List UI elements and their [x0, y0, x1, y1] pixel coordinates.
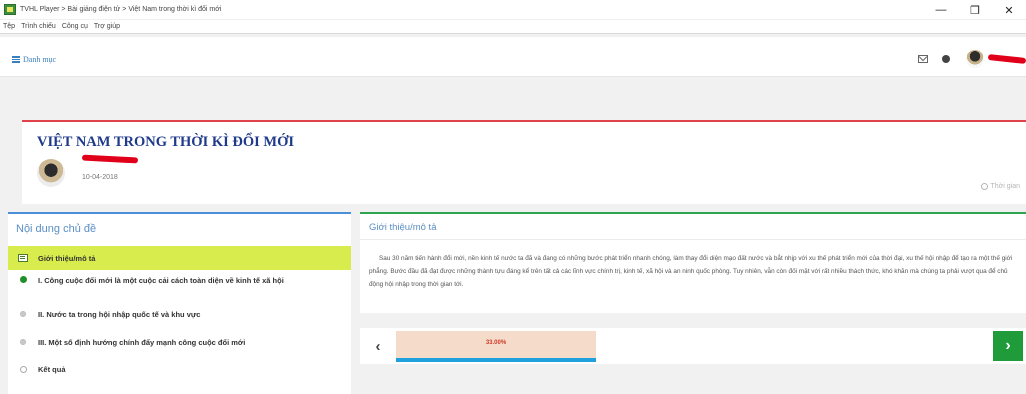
divider: [360, 239, 1026, 240]
topic-item-1[interactable]: I. Công cuộc đổi mới là một cuộc cải các…: [8, 275, 351, 301]
nav-icons: [918, 49, 1026, 69]
intro-panel: Giới thiệu/mô tả Sau 30 năm tiến hành đổ…: [360, 212, 1026, 313]
lesson-date: 10-04-2018: [82, 174, 118, 181]
topic-item-result[interactable]: Kết quả: [8, 365, 351, 374]
progress-label: 33.00%: [485, 340, 507, 346]
menu-tools[interactable]: Công cụ: [62, 23, 88, 30]
window-title: TVHL Player > Bài giảng điện tử > Việt N…: [20, 6, 222, 13]
time-label: Thời gian: [990, 183, 1021, 190]
topic-label: Giới thiệu/mô tả: [38, 253, 96, 263]
progress-track: [396, 358, 596, 362]
catalog-button[interactable]: Danh mục: [12, 55, 56, 64]
minimize-button[interactable]: —: [924, 0, 958, 20]
intro-heading: Giới thiệu/mô tả: [369, 222, 437, 233]
catalog-label: Danh mục: [23, 55, 57, 64]
redacted-author-name: [81, 154, 139, 164]
topics-panel: Nội dung chủ đề Giới thiệu/mô tả I. Công…: [8, 212, 351, 394]
window-controls: — ❐ ✕: [924, 0, 1026, 20]
gray-dot-icon: [20, 339, 26, 345]
green-dot-icon: [19, 276, 27, 283]
topics-heading: Nội dung chủ đề: [16, 223, 97, 235]
topic-label: I. Công cuộc đổi mới là một cuộc cải các…: [38, 276, 284, 285]
progress-indicator: 33.00%: [396, 331, 596, 362]
topic-label: II. Nước ta trong hội nhập quốc tế và kh…: [38, 310, 201, 319]
app-icon: [4, 4, 16, 15]
topic-item-intro[interactable]: Giới thiệu/mô tả: [8, 246, 351, 270]
topic-item-2[interactable]: II. Nước ta trong hội nhập quốc tế và kh…: [8, 310, 351, 319]
author-avatar: [37, 159, 65, 187]
mail-icon[interactable]: [918, 55, 928, 63]
menu-help[interactable]: Trợ giúp: [94, 23, 120, 30]
top-nav: Danh mục: [0, 37, 1026, 77]
topic-label: Kết quả: [38, 365, 66, 374]
progress-fill: [396, 358, 596, 362]
maximize-button[interactable]: ❐: [958, 0, 992, 20]
gray-dot-icon: [20, 311, 26, 317]
redacted-username: [987, 54, 1026, 64]
lesson-title: VIỆT NAM TRONG THỜI KÌ ĐỔI MỚI: [37, 134, 295, 150]
menu-icon: [12, 55, 20, 64]
prev-button[interactable]: ‹: [368, 336, 388, 356]
lesson-header: VIỆT NAM TRONG THỜI KÌ ĐỔI MỚI 10-04-201…: [22, 120, 1026, 204]
list-icon: [18, 254, 28, 262]
intro-text: Sau 30 năm tiến hành đổi mới, nền kinh t…: [369, 255, 1013, 288]
menu-file[interactable]: Tệp: [3, 23, 15, 30]
slide-nav-bar: ‹ 33.00% ›: [360, 328, 1026, 364]
clock-icon: [980, 183, 988, 190]
time-info: Thời gian: [980, 183, 1021, 190]
globe-icon[interactable]: [942, 55, 950, 63]
topic-list: Giới thiệu/mô tả I. Công cuộc đổi mới là…: [8, 246, 351, 374]
user-avatar[interactable]: [966, 50, 984, 68]
title-bar: TVHL Player > Bài giảng điện tử > Việt N…: [0, 0, 1026, 20]
topic-label: III. Một số định hướng chính đẩy mạnh cô…: [38, 338, 246, 347]
close-button[interactable]: ✕: [992, 0, 1026, 20]
menu-slideshow[interactable]: Trình chiếu: [21, 23, 56, 30]
menu-bar: Tệp Trình chiếu Công cụ Trợ giúp: [0, 20, 1026, 34]
circle-icon: [19, 366, 27, 373]
next-button[interactable]: ›: [993, 331, 1023, 361]
topic-item-3[interactable]: III. Một số định hướng chính đẩy mạnh cô…: [8, 338, 351, 347]
